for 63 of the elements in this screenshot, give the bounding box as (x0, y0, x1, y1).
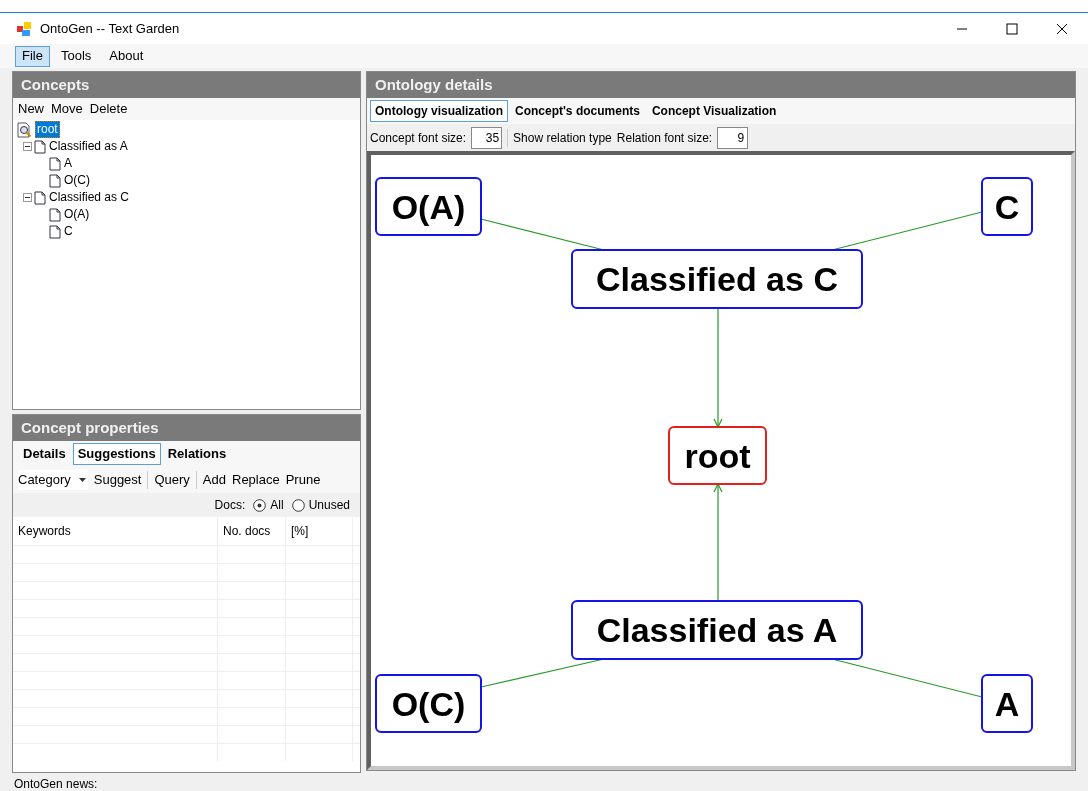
magnifier-document-icon (17, 121, 33, 138)
tree-item[interactable]: O(C) (63, 173, 91, 188)
tab[interactable]: Relations (162, 443, 232, 465)
column-header[interactable]: [%] (286, 517, 353, 545)
radio-button[interactable] (253, 498, 267, 512)
toolbar-button[interactable]: Delete (89, 99, 128, 119)
document-icon (49, 207, 61, 222)
tree-item[interactable]: C (63, 224, 74, 239)
menu-item[interactable]: File (15, 45, 50, 67)
toolbar-button[interactable]: Replace (232, 470, 280, 490)
tab[interactable]: Concept Visualization (646, 100, 782, 122)
document-icon (34, 139, 46, 154)
collapse-icon[interactable] (23, 142, 32, 151)
tree-item[interactable]: O(A) (63, 207, 91, 222)
toolbar-button[interactable]: Move (51, 99, 83, 119)
concept-node[interactable]: root (668, 426, 767, 485)
radio-label[interactable]: All (270, 496, 284, 514)
field-label: Relation font size: (616, 129, 713, 147)
panel-header: Concepts (13, 72, 360, 98)
radio-label[interactable]: Unused (308, 496, 350, 514)
tab[interactable]: Ontology visualization (370, 100, 508, 122)
toolbar-button[interactable]: Show relation type (513, 128, 612, 147)
radio-button[interactable] (291, 498, 305, 512)
tree-item[interactable]: Classified as C (48, 190, 131, 205)
close-icon[interactable] (1056, 22, 1068, 35)
concept-node[interactable]: O(C) (375, 674, 482, 733)
document-icon (49, 224, 61, 239)
category-dropdown[interactable]: Category (18, 470, 88, 490)
tab[interactable]: Suggestions (72, 443, 161, 465)
concept-node[interactable]: Classified as A (571, 600, 863, 660)
maximize-icon[interactable] (1006, 22, 1018, 35)
document-icon (49, 156, 61, 171)
toolbar-button[interactable]: Add (202, 470, 226, 490)
toolbar-button[interactable]: New (18, 99, 44, 119)
status-text: OntoGen news: (14, 777, 98, 791)
concept-node[interactable]: C (981, 177, 1033, 236)
toolbar-button[interactable]: Suggest (93, 470, 142, 490)
tab[interactable]: Details (18, 443, 71, 465)
toolbar-button[interactable]: Query (154, 470, 190, 490)
column-header[interactable]: Keywords (13, 517, 218, 545)
input-field[interactable]: 9 (717, 126, 749, 149)
toolbar-button[interactable]: Prune (285, 470, 321, 490)
tree-item[interactable]: Classified as A (48, 139, 129, 154)
document-icon (49, 173, 61, 188)
app-icon (16, 20, 32, 37)
docs-label: Docs: (214, 497, 246, 514)
tree-item[interactable]: A (63, 156, 73, 171)
window-title: OntoGen -- Text Garden (40, 19, 180, 38)
concept-node[interactable]: Classified as C (571, 249, 863, 309)
concept-node[interactable]: A (981, 674, 1033, 733)
panel-header: Ontology details (367, 72, 1075, 98)
collapse-icon[interactable] (23, 193, 32, 202)
tab[interactable]: Concept's documents (510, 100, 645, 122)
field-label: Concept font size: (370, 129, 467, 147)
dropdown-caret-icon (78, 478, 86, 482)
menu-item[interactable]: Tools (53, 45, 99, 67)
column-header[interactable]: No. docs (218, 517, 286, 545)
panel-header: Concept properties (13, 415, 360, 441)
document-icon (34, 190, 46, 205)
input-field[interactable]: 35 (471, 126, 503, 149)
concept-node[interactable]: O(A) (375, 177, 482, 236)
tree-item[interactable]: root (35, 121, 60, 138)
menu-item[interactable]: About (102, 45, 151, 67)
